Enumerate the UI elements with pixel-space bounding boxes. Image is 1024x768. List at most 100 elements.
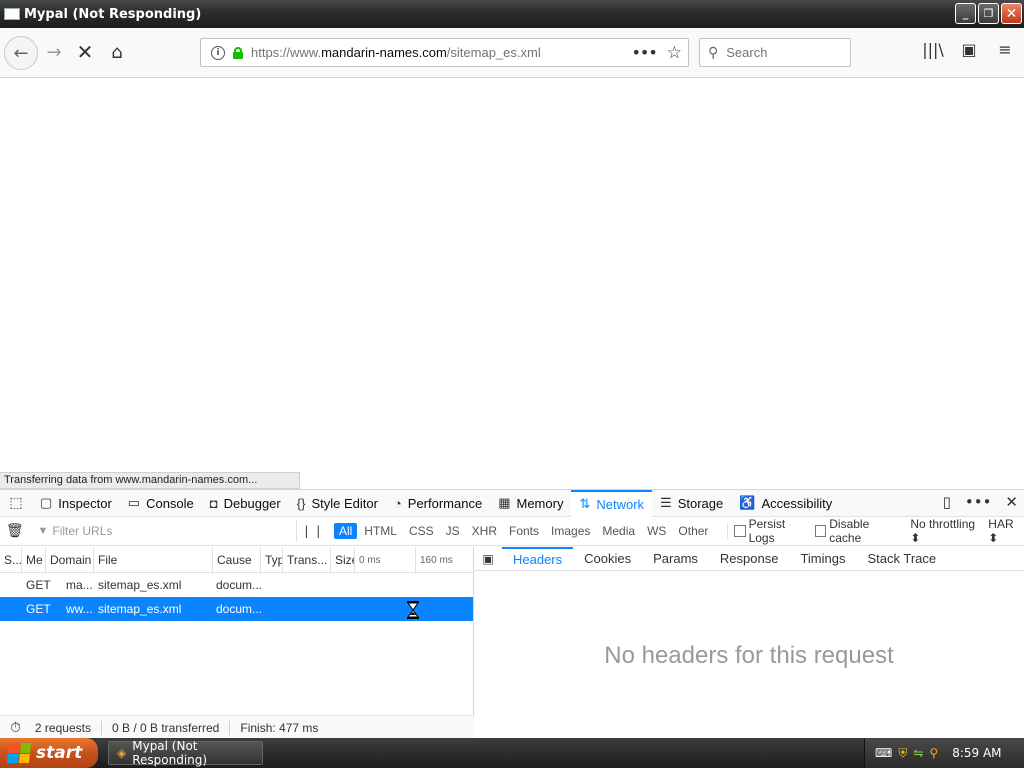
security-shield-icon[interactable]: ⛨ — [898, 746, 907, 761]
more-options-icon[interactable]: ••• — [965, 493, 992, 511]
tab-style-editor[interactable]: {} Style Editor — [289, 490, 386, 517]
tab-performance[interactable]: ◔ Performance — [386, 490, 490, 517]
stopwatch-icon[interactable]: ⏱ — [10, 719, 21, 736]
tab-cookies[interactable]: Cookies — [573, 547, 642, 571]
tab-inspector[interactable]: ▢ Inspector — [32, 490, 120, 517]
clear-requests-icon[interactable]: 🗑 — [0, 523, 29, 539]
network-icon[interactable]: ⇋ — [913, 746, 923, 760]
url-text[interactable]: https://www.mandarin-names.com/sitemap_e… — [251, 45, 631, 60]
tab-storage[interactable]: ☰ Storage — [652, 490, 731, 517]
network-toolbar: 🗑 ▼ Filter URLs | | All HTML CSS JS XHR … — [0, 517, 1024, 546]
filter-media[interactable]: Media — [597, 523, 640, 539]
menu-icon[interactable]: ≡ — [994, 40, 1016, 59]
request-row-selected[interactable]: GET ww... sitemap_es.xml docum... — [0, 597, 473, 621]
tab-network[interactable]: ⇅ Network — [571, 489, 653, 517]
col-cause[interactable]: Cause — [213, 547, 261, 573]
filter-all[interactable]: All — [333, 523, 358, 539]
back-button[interactable]: ← — [4, 36, 38, 70]
transferred-summary: 0 B / 0 B transferred — [111, 720, 220, 735]
tab-timings[interactable]: Timings — [789, 547, 856, 571]
empty-headers-message: No headers for this request — [604, 642, 894, 669]
tab-debugger[interactable]: ◘ Debugger — [202, 490, 289, 517]
col-status[interactable]: S... — [0, 547, 22, 573]
start-button[interactable]: start — [0, 738, 98, 768]
col-domain[interactable]: Domain — [46, 547, 94, 573]
request-file: sitemap_es.xml — [98, 602, 182, 616]
tab-accessibility[interactable]: ♿ Accessibility — [731, 490, 840, 517]
checkbox-box[interactable] — [734, 525, 746, 537]
filter-ws[interactable]: WS — [642, 523, 671, 539]
filter-js[interactable]: JS — [441, 523, 465, 539]
request-domain: ww... — [66, 602, 93, 616]
filter-xhr[interactable]: XHR — [467, 523, 502, 539]
address-bar[interactable]: i https://www.mandarin-names.com/sitemap… — [200, 38, 689, 67]
divider — [100, 720, 102, 735]
window-controls: _ ❐ ✕ — [955, 3, 1022, 24]
info-icon[interactable]: i — [211, 45, 225, 60]
filter-css[interactable]: CSS — [404, 523, 439, 539]
persist-logs-checkbox[interactable]: Persist Logs — [734, 517, 809, 545]
debugger-icon: ◘ — [209, 495, 218, 511]
filter-html[interactable]: HTML — [359, 523, 402, 539]
tab-response[interactable]: Response — [709, 547, 790, 571]
tab-console[interactable]: ▭ Console — [120, 490, 202, 517]
pause-icon[interactable]: | | — [297, 524, 330, 538]
home-button[interactable]: ⌂ — [103, 38, 131, 66]
col-file[interactable]: File — [94, 547, 213, 573]
sidebar-icon[interactable]: ▣ — [958, 40, 980, 59]
search-input[interactable] — [726, 45, 827, 60]
taskbar: start ◈ Mypal (Not Responding) ⌨ ⛨ ⇋ ⚲ 8… — [0, 738, 1024, 768]
request-list-panel: S... Me Domain File Cause Typ Trans... S… — [0, 547, 474, 739]
disable-cache-checkbox[interactable]: Disable cache — [815, 517, 898, 545]
toggle-panel-icon[interactable]: ▣ — [474, 552, 502, 566]
keyboard-icon[interactable]: ⌨ — [875, 746, 892, 760]
close-devtools-icon[interactable]: ✕ — [1005, 493, 1018, 511]
request-cause: docum... — [216, 578, 263, 592]
element-picker-icon[interactable]: ⬚ — [0, 495, 32, 511]
minimize-button[interactable]: _ — [955, 3, 976, 24]
col-method[interactable]: Me — [22, 547, 46, 573]
finish-time: Finish: 477 ms — [240, 720, 319, 735]
devtools-tabbar: ⬚ ▢ Inspector ▭ Console ◘ Debugger {} Style … — [0, 489, 1024, 517]
har-menu[interactable]: HAR ⬍ — [988, 517, 1024, 545]
col-type[interactable]: Typ — [261, 547, 283, 573]
devtools-panel: ⬚ ▢ Inspector ▭ Console ◘ Debugger {} Style … — [0, 489, 1024, 739]
inspector-icon: ▢ — [40, 495, 53, 510]
tab-headers[interactable]: Headers — [502, 546, 574, 571]
stop-button[interactable]: ✕ — [71, 38, 99, 66]
request-count: 2 requests — [34, 720, 91, 735]
throttling-select[interactable]: No throttling ⬍ — [910, 517, 982, 545]
windows-flag-icon — [6, 743, 32, 763]
filter-fonts[interactable]: Fonts — [504, 523, 544, 539]
request-row[interactable]: GET ma... sitemap_es.xml docum... — [0, 573, 473, 597]
forward-button[interactable]: → — [40, 38, 68, 66]
filter-other[interactable]: Other — [673, 523, 713, 539]
system-tray: ⌨ ⛨ ⇋ ⚲ 8:59 AM — [864, 738, 1024, 768]
taskbar-item-mypal[interactable]: ◈ Mypal (Not Responding) — [108, 739, 263, 767]
window-titlebar: Mypal (Not Responding) _ ❐ ✕ — [0, 0, 1024, 28]
memory-icon: ▦ — [498, 495, 511, 510]
search-icon: ⚲ — [708, 44, 719, 61]
close-window-button[interactable]: ✕ — [1001, 3, 1022, 24]
maximize-button[interactable]: ❐ — [978, 3, 999, 24]
search-box[interactable]: ⚲ — [699, 38, 851, 67]
library-icon[interactable]: |||\ — [922, 40, 944, 59]
tab-stack-trace[interactable]: Stack Trace — [856, 547, 947, 571]
filter-images[interactable]: Images — [546, 523, 595, 539]
dock-icon[interactable]: ▯ — [943, 493, 951, 511]
checkbox-box[interactable] — [815, 525, 827, 537]
col-size[interactable]: Size — [331, 547, 355, 573]
style-editor-icon: {} — [296, 495, 306, 511]
filter-urls-field[interactable]: ▼ Filter URLs — [29, 520, 297, 542]
tab-memory[interactable]: ▦ Memory — [490, 490, 571, 517]
network-icon: ⇅ — [579, 496, 591, 511]
page-actions-icon[interactable]: ••• — [631, 43, 657, 62]
search-tray-icon[interactable]: ⚲ — [929, 746, 938, 760]
request-domain: ma... — [66, 578, 93, 592]
status-panel: Transferring data from www.mandarin-name… — [0, 472, 300, 489]
col-transferred[interactable]: Trans... — [283, 547, 331, 573]
bookmark-star-icon[interactable]: ☆ — [667, 43, 682, 63]
request-list-header: S... Me Domain File Cause Typ Trans... S… — [0, 547, 473, 573]
tab-params[interactable]: Params — [642, 547, 709, 571]
performance-icon: ◔ — [393, 495, 402, 511]
